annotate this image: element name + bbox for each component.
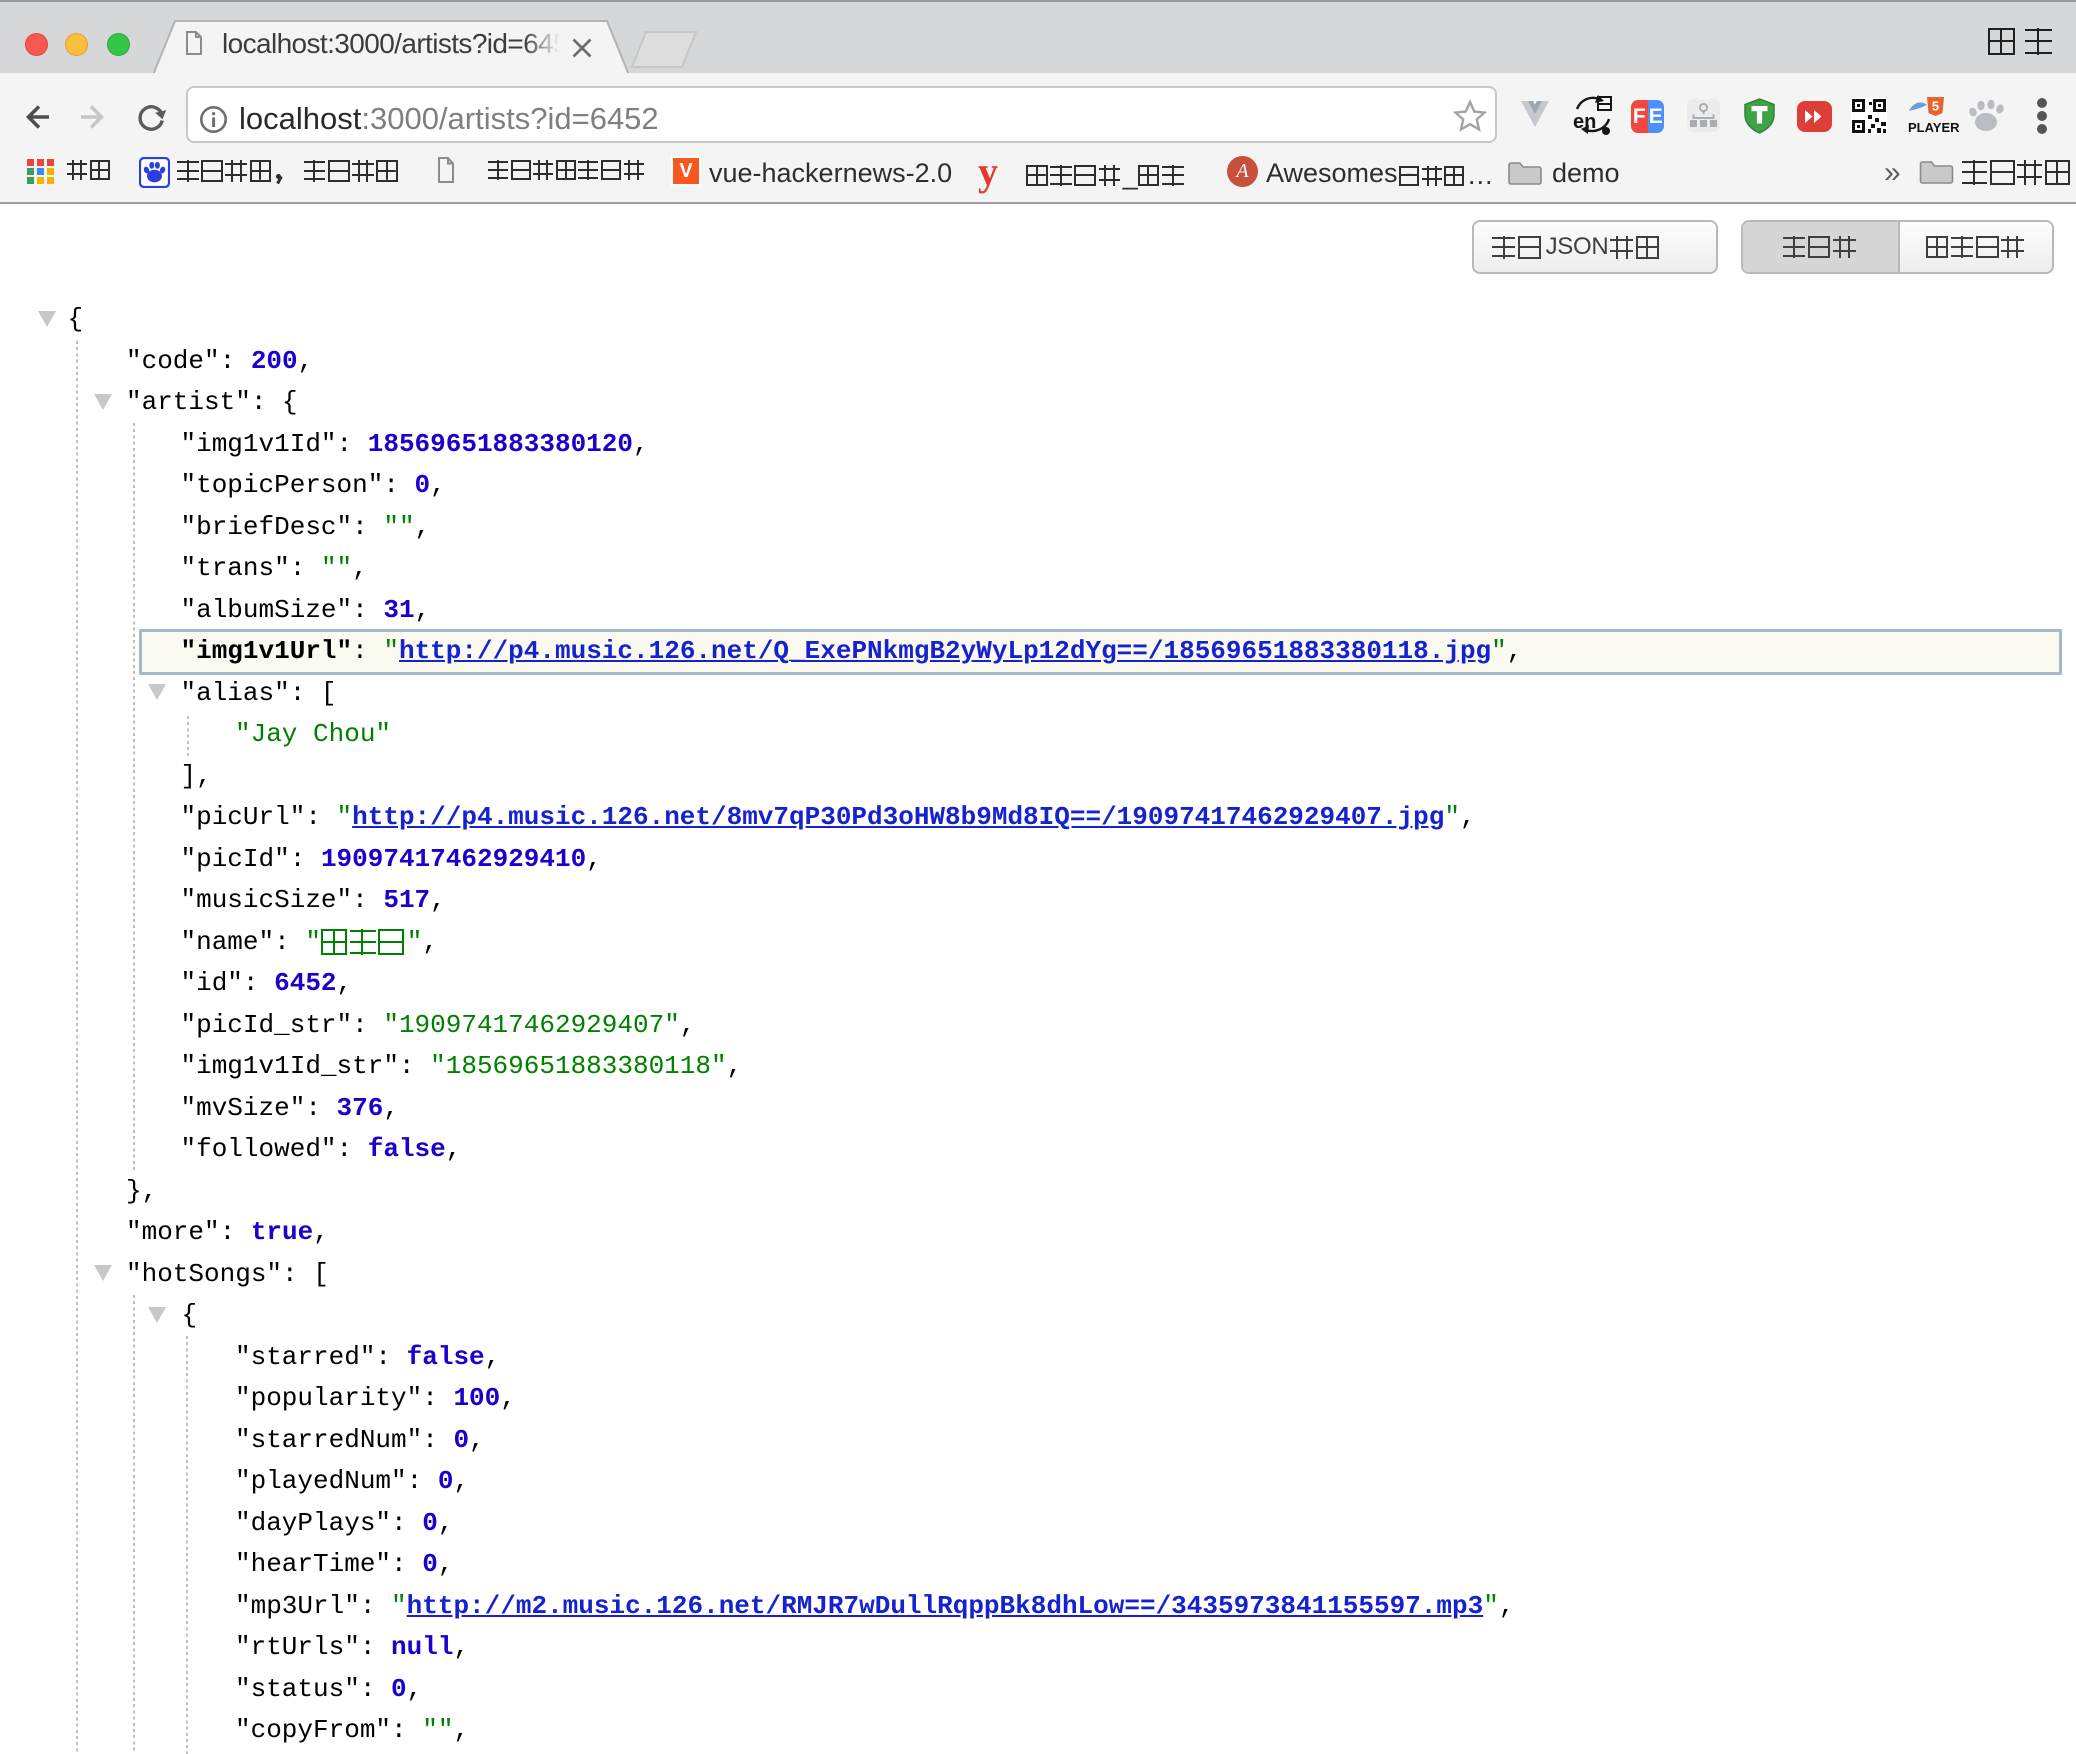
svg-text:5: 5 bbox=[1932, 99, 1939, 114]
